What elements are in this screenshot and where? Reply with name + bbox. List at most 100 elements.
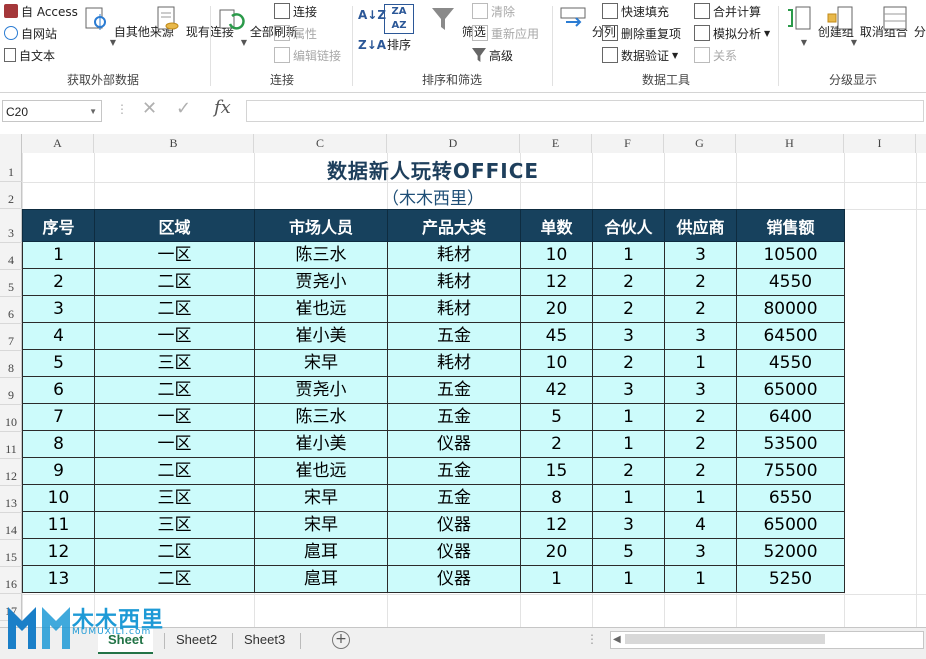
cell-partners[interactable]: 2 xyxy=(592,295,665,323)
cell-salesperson[interactable]: 崔小美 xyxy=(254,430,388,458)
row-header[interactable]: 15 xyxy=(0,540,22,567)
cell-category[interactable]: 五金 xyxy=(387,457,521,485)
cell-partners[interactable]: 1 xyxy=(592,403,665,431)
cell-sales[interactable]: 53500 xyxy=(736,430,845,458)
cell-serial[interactable]: 9 xyxy=(22,457,95,485)
properties-button[interactable]: 属性 xyxy=(274,24,317,42)
cell-region[interactable]: 二区 xyxy=(94,268,255,296)
cell-orders[interactable]: 42 xyxy=(520,376,593,404)
cell-salesperson[interactable]: 宋早 xyxy=(254,511,388,539)
select-all-corner[interactable] xyxy=(0,134,22,153)
cell-category[interactable]: 耗材 xyxy=(387,349,521,377)
cell-partners[interactable]: 2 xyxy=(592,268,665,296)
cell-partners[interactable]: 1 xyxy=(592,241,665,269)
cell-salesperson[interactable]: 贾尧小 xyxy=(254,268,388,296)
from-text-button[interactable]: 自文本 xyxy=(4,46,55,64)
cell-suppliers[interactable]: 1 xyxy=(664,484,737,512)
column-header-i[interactable]: I xyxy=(844,134,916,153)
cell-orders[interactable]: 12 xyxy=(520,511,593,539)
cell-serial[interactable]: 1 xyxy=(22,241,95,269)
cell-serial[interactable]: 6 xyxy=(22,376,95,404)
cell-category[interactable]: 五金 xyxy=(387,322,521,350)
formula-input[interactable] xyxy=(246,100,924,122)
ungroup-button[interactable]: 取消组合 ▼ xyxy=(826,4,908,47)
cell-serial[interactable]: 7 xyxy=(22,403,95,431)
header-cell-category[interactable]: 产品大类 xyxy=(387,209,521,242)
cell-partners[interactable]: 2 xyxy=(592,349,665,377)
cell-serial[interactable]: 10 xyxy=(22,484,95,512)
connections-button[interactable]: 连接 xyxy=(274,2,317,20)
cell-sales[interactable]: 6400 xyxy=(736,403,845,431)
horizontal-scrollbar[interactable]: ◀ xyxy=(610,631,924,649)
cell-salesperson[interactable]: 崔小美 xyxy=(254,322,388,350)
cell-orders[interactable]: 1 xyxy=(520,565,593,593)
cell-salesperson[interactable]: 陈三水 xyxy=(254,241,388,269)
enter-icon[interactable]: ✓ xyxy=(176,98,191,119)
cell-orders[interactable]: 20 xyxy=(520,538,593,566)
cell-region[interactable]: 三区 xyxy=(94,484,255,512)
scroll-left-icon[interactable]: ◀ xyxy=(613,632,621,648)
cell-orders[interactable]: 2 xyxy=(520,430,593,458)
cell-suppliers[interactable]: 3 xyxy=(664,376,737,404)
insert-function-button[interactable]: fx xyxy=(214,97,231,118)
cell-salesperson[interactable]: 崔也远 xyxy=(254,295,388,323)
column-header-e[interactable]: E xyxy=(520,134,592,153)
cell-category[interactable]: 仪器 xyxy=(387,538,521,566)
cell-sales[interactable]: 4550 xyxy=(736,268,845,296)
flash-fill-button[interactable]: 快速填充 xyxy=(602,2,669,20)
row-header[interactable]: 13 xyxy=(0,486,22,513)
scrollbar-thumb[interactable] xyxy=(625,634,825,644)
row-header[interactable]: 2 xyxy=(0,182,22,209)
cell-region[interactable]: 二区 xyxy=(94,538,255,566)
cell-serial[interactable]: 8 xyxy=(22,430,95,458)
row-header[interactable]: 10 xyxy=(0,405,22,432)
cell-salesperson[interactable]: 陈三水 xyxy=(254,403,388,431)
sort-button[interactable]: ZA AZ 排序 xyxy=(382,4,416,53)
row-header[interactable]: 11 xyxy=(0,432,22,459)
cell-region[interactable]: 一区 xyxy=(94,241,255,269)
relationships-button[interactable]: 关系 xyxy=(694,46,737,64)
cell-orders[interactable]: 12 xyxy=(520,268,593,296)
consolidate-button[interactable]: 合并计算 xyxy=(694,2,761,20)
cell-salesperson[interactable]: 崔也远 xyxy=(254,457,388,485)
cell-region[interactable]: 三区 xyxy=(94,349,255,377)
cell-partners[interactable]: 3 xyxy=(592,376,665,404)
edit-links-button[interactable]: 编辑链接 xyxy=(274,46,341,64)
sheet-title[interactable]: 数据新人玩转OFFICE xyxy=(22,155,844,184)
cell-suppliers[interactable]: 2 xyxy=(664,268,737,296)
row-header[interactable]: 7 xyxy=(0,324,22,351)
cell-category[interactable]: 仪器 xyxy=(387,430,521,458)
header-cell-suppliers[interactable]: 供应商 xyxy=(664,209,737,242)
cell-orders[interactable]: 10 xyxy=(520,349,593,377)
header-cell-region[interactable]: 区域 xyxy=(94,209,255,242)
cell-sales[interactable]: 6550 xyxy=(736,484,845,512)
cell-salesperson[interactable]: 贾尧小 xyxy=(254,376,388,404)
cell-region[interactable]: 二区 xyxy=(94,457,255,485)
cell-orders[interactable]: 15 xyxy=(520,457,593,485)
chevron-down-icon[interactable]: ▼ xyxy=(89,101,97,123)
column-header-g[interactable]: G xyxy=(664,134,736,153)
cell-sales[interactable]: 65000 xyxy=(736,511,845,539)
row-header[interactable]: 14 xyxy=(0,513,22,540)
cell-partners[interactable]: 3 xyxy=(592,511,665,539)
cell-partners[interactable]: 5 xyxy=(592,538,665,566)
cell-sales[interactable]: 4550 xyxy=(736,349,845,377)
cell-region[interactable]: 二区 xyxy=(94,565,255,593)
cell-salesperson[interactable]: 宋早 xyxy=(254,484,388,512)
cell-serial[interactable]: 13 xyxy=(22,565,95,593)
advanced-filter-button[interactable]: 高级 xyxy=(472,46,513,64)
cell-salesperson[interactable]: 宋早 xyxy=(254,349,388,377)
row-header[interactable]: 6 xyxy=(0,297,22,324)
header-cell-orders[interactable]: 单数 xyxy=(520,209,593,242)
column-header-b[interactable]: B xyxy=(94,134,254,153)
cell-sales[interactable]: 65000 xyxy=(736,376,845,404)
other-sources-button[interactable]: 自其他来源 ▼ xyxy=(80,4,174,47)
column-header-d[interactable]: D xyxy=(387,134,520,153)
cell-partners[interactable]: 1 xyxy=(592,565,665,593)
cell-orders[interactable]: 45 xyxy=(520,322,593,350)
column-header-f[interactable]: F xyxy=(592,134,664,153)
cell-region[interactable]: 三区 xyxy=(94,511,255,539)
tab-scroll-grip-icon[interactable]: ⋮ xyxy=(586,632,598,646)
cell-category[interactable]: 耗材 xyxy=(387,295,521,323)
cell-partners[interactable]: 1 xyxy=(592,430,665,458)
